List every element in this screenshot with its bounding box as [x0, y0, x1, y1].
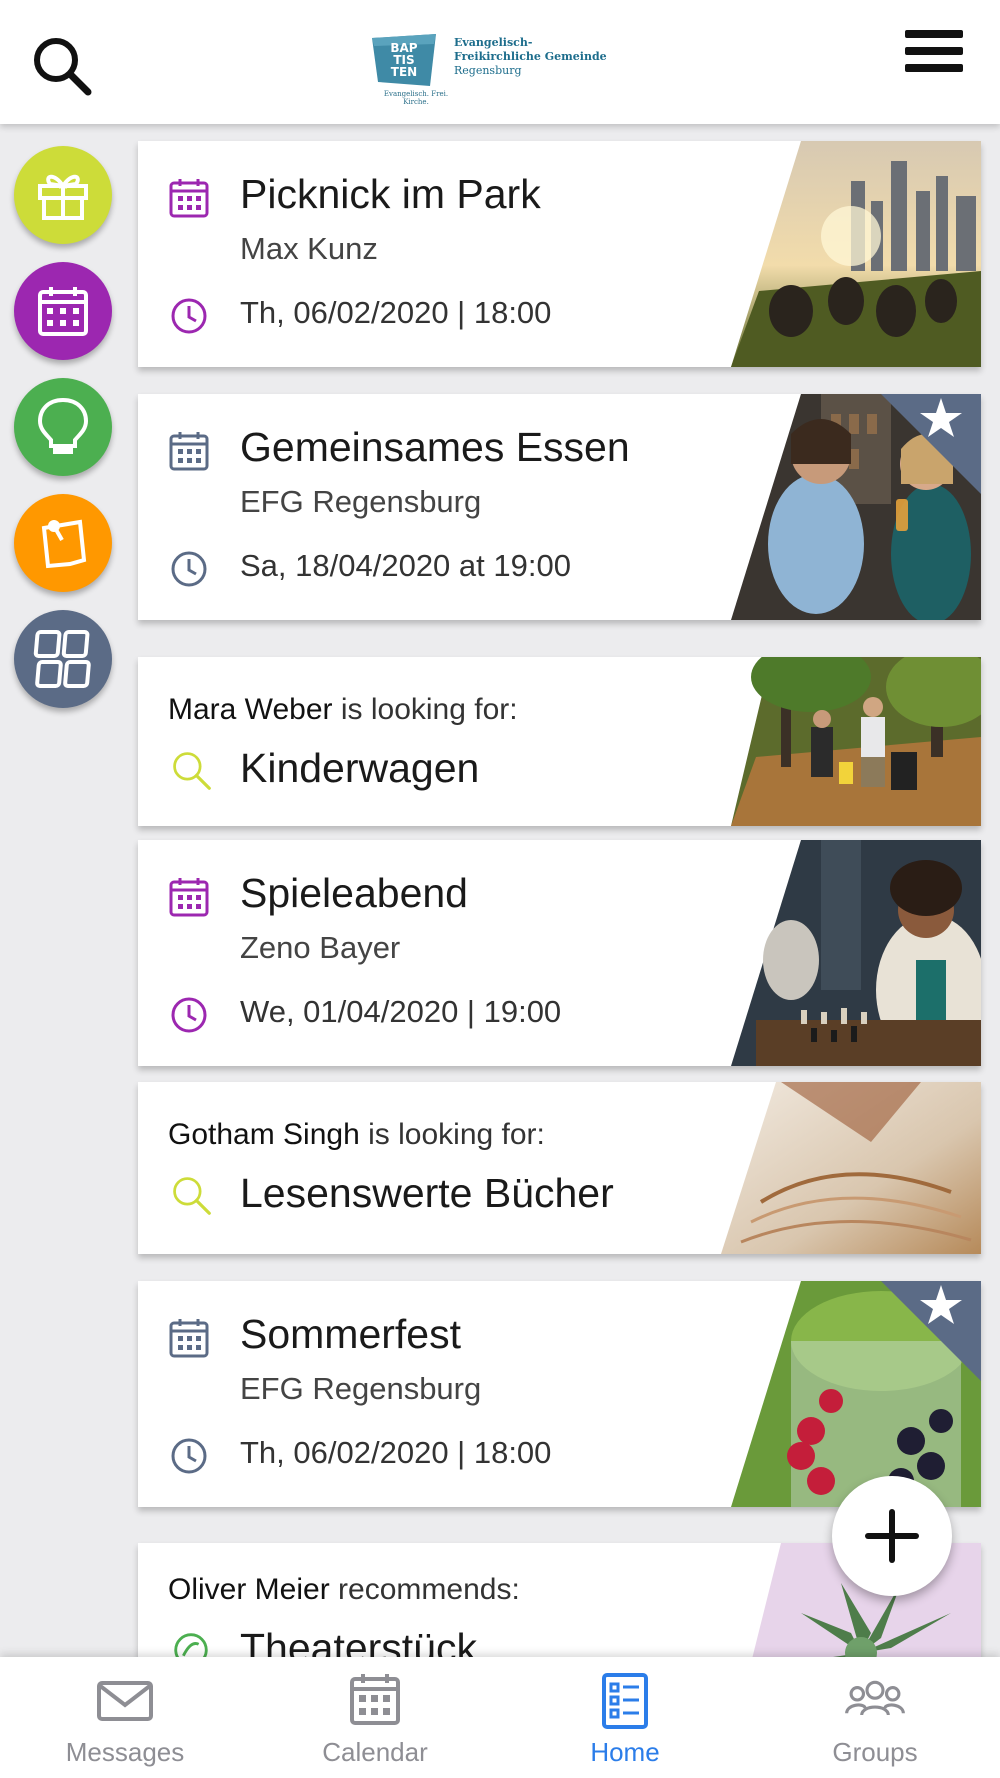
clock-icon — [171, 298, 207, 334]
clock-icon — [171, 1438, 207, 1474]
bottom-navigation: Messages Calendar Home Groups — [0, 1657, 1000, 1778]
search-icon — [173, 752, 211, 790]
person-name: Mara Weber — [168, 693, 333, 726]
event-datetime: Sa, 18/04/2020 at 19:00 — [240, 548, 571, 583]
event-organizer: Zeno Bayer — [240, 930, 401, 965]
note-pin-icon — [41, 519, 87, 569]
clock-icon — [171, 997, 207, 1033]
sidebar-categories-button[interactable] — [14, 610, 112, 708]
search-button[interactable] — [30, 34, 94, 98]
nav-messages-label: Messages — [65, 1737, 185, 1767]
event-datetime: Th, 06/02/2020 | 18:00 — [240, 1435, 552, 1470]
nav-home-label: Home — [590, 1737, 660, 1767]
search-photo — [721, 1082, 981, 1254]
event-title: Picknick im Park — [240, 171, 541, 217]
logo-wordmark: Evangelisch- Freikirchliche Gemeinde Reg… — [454, 36, 607, 77]
favorite-star-badge[interactable] — [871, 1281, 981, 1381]
mail-icon — [97, 1681, 153, 1721]
sidebar-calendar-button[interactable] — [14, 262, 112, 360]
search-photo — [731, 657, 981, 826]
search-icon — [34, 38, 92, 96]
event-organizer: EFG Regensburg — [240, 484, 482, 519]
recommendation-line: Oliver Meier recommends: — [168, 1573, 520, 1607]
event-title: Sommerfest — [240, 1311, 461, 1357]
logo-tagline: Evangelisch. Frei. Kirche. — [383, 90, 449, 106]
request-phrase: is looking for: — [368, 1118, 545, 1151]
nav-groups-label: Groups — [832, 1737, 918, 1767]
menu-button[interactable] — [905, 30, 969, 80]
app-header: BAP TIS TEN Evangelisch. Frei. Kirche. E… — [0, 0, 1000, 124]
nav-calendar[interactable]: Calendar — [250, 1657, 500, 1778]
logo-badge-text: BAP TIS TEN — [390, 41, 418, 79]
church-logo: BAP TIS TEN Evangelisch. Frei. Kirche. E… — [366, 28, 607, 108]
event-photo — [731, 840, 981, 1066]
plus-icon — [865, 1509, 919, 1563]
search-request-card[interactable]: Gotham Singh is looking for: Lesenswerte… — [138, 1082, 981, 1254]
calendar-icon — [169, 1319, 209, 1358]
event-organizer: EFG Regensburg — [240, 1371, 482, 1406]
sidebar-notes-button[interactable] — [14, 494, 112, 592]
calendar-icon — [169, 878, 209, 917]
event-card[interactable]: Picknick im Park Max Kunz Th, 06/02/2020… — [138, 141, 981, 367]
event-organizer: Max Kunz — [240, 231, 378, 266]
person-name: Oliver Meier — [168, 1573, 330, 1606]
sidebar-ideas-button[interactable] — [14, 378, 112, 476]
list-icon — [602, 1673, 648, 1729]
search-icon — [173, 1177, 211, 1215]
nav-home[interactable]: Home — [500, 1657, 750, 1778]
search-request-line: Gotham Singh is looking for: — [168, 1118, 545, 1152]
calendar-icon — [350, 1674, 400, 1725]
event-title: Spieleabend — [240, 870, 468, 916]
recommend-phrase: recommends: — [338, 1573, 520, 1606]
search-request-card[interactable]: Mara Weber is looking for: Kinderwagen — [138, 657, 981, 826]
event-card[interactable]: Sommerfest EFG Regensburg Th, 06/02/2020… — [138, 1281, 981, 1507]
add-button[interactable] — [832, 1476, 952, 1596]
request-phrase: is looking for: — [340, 693, 518, 726]
favorite-star-badge[interactable] — [871, 394, 981, 494]
search-title: Lesenswerte Bücher — [240, 1170, 614, 1216]
sidebar-gift-button[interactable] — [14, 146, 112, 244]
groups-icon — [845, 1680, 905, 1716]
event-datetime: Th, 06/02/2020 | 18:00 — [240, 295, 552, 330]
search-request-line: Mara Weber is looking for: — [168, 693, 518, 727]
nav-messages[interactable]: Messages — [0, 1657, 250, 1778]
calendar-icon — [169, 179, 209, 218]
clock-icon — [171, 551, 207, 587]
person-name: Gotham Singh — [168, 1118, 360, 1151]
calendar-icon — [169, 432, 209, 471]
gift-icon — [38, 174, 88, 220]
grid-icon — [33, 630, 91, 688]
event-card[interactable]: Gemeinsames Essen EFG Regensburg Sa, 18/… — [138, 394, 981, 620]
nav-calendar-label: Calendar — [322, 1737, 428, 1767]
calendar-icon — [38, 287, 88, 336]
search-title: Kinderwagen — [240, 745, 480, 791]
event-card[interactable]: Spieleabend Zeno Bayer We, 01/04/2020 | … — [138, 840, 981, 1066]
event-title: Gemeinsames Essen — [240, 424, 630, 470]
lightbulb-icon — [37, 397, 89, 454]
hamburger-icon — [905, 30, 969, 72]
event-photo — [731, 141, 981, 367]
event-datetime: We, 01/04/2020 | 19:00 — [240, 994, 562, 1029]
nav-groups[interactable]: Groups — [750, 1657, 1000, 1778]
